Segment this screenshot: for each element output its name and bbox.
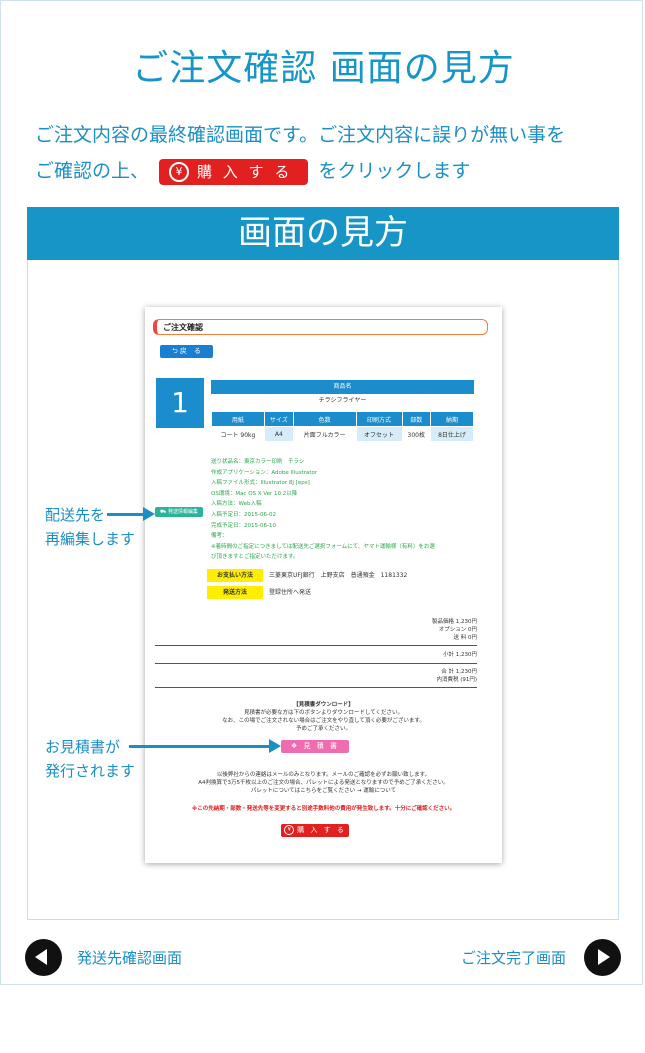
shot-buy-label: 購 入 す る bbox=[297, 826, 346, 834]
arrow-right-icon bbox=[269, 739, 281, 753]
prev-page-button[interactable] bbox=[25, 939, 62, 976]
total: 合 計 1,230円 bbox=[441, 669, 477, 675]
tax: 内消費税 (91円) bbox=[436, 677, 477, 683]
back-arrow-icon: ⮌ bbox=[172, 347, 180, 355]
product-name: チラシフライヤー bbox=[318, 397, 367, 404]
spec-value: A4 bbox=[264, 427, 293, 441]
edit-shipping-label: 発送情報編集 bbox=[167, 509, 198, 515]
notice-line: A4判換算で3万5千枚以上のご注文の場合、パレットによる発送となりますので予めご… bbox=[198, 780, 449, 786]
next-page-link[interactable]: ご注文完了画面 bbox=[461, 948, 566, 968]
notice-line: パレットについてはこちらをご覧ください → 運輸について bbox=[250, 788, 397, 794]
info-line: 入稿予定日：2015-06-02 bbox=[211, 511, 276, 518]
yen-icon: ¥ bbox=[169, 162, 190, 182]
truck-icon: ⛟ bbox=[160, 509, 168, 515]
arrow-left-icon bbox=[35, 949, 47, 965]
price-line: 製品価格 1,230円 bbox=[432, 619, 477, 625]
back-label: 戻 る bbox=[179, 347, 201, 355]
section-heading: 画面の見方 bbox=[27, 207, 619, 260]
download-info: 【見積書ダウンロード】 見積書が必要な方は下のボタンよりダウンロードしてください… bbox=[145, 701, 502, 733]
payment-row: お支払い方法 三菱東京UFJ銀行 上野支店 普通預金 1181332 bbox=[207, 569, 407, 582]
price-breakdown: 製品価格 1,230円 オプション 0円 送 料 0円 bbox=[357, 618, 477, 642]
price-line: 送 料 0円 bbox=[453, 635, 478, 641]
spec-header: サイズ bbox=[264, 412, 293, 426]
product-header: 商品名 bbox=[211, 380, 474, 394]
shipping-row: 発送方法 登録住所へ発送 bbox=[207, 586, 311, 599]
intro-text: ご注文内容の最終確認画面です。ご注文内容に誤りが無い事を ご確認の上、 ¥ 購 入 … bbox=[35, 117, 565, 189]
spec-header-row: 用紙 サイズ 色数 印刷方式 部数 納期 bbox=[212, 412, 473, 426]
info-line: 入稿ファイル形式：Illustrator 8J [eps] bbox=[211, 480, 310, 487]
estimate-button: ❖ 見 積 書 bbox=[281, 740, 349, 753]
info-line: ※着時間のご指定につきましては配送先ご選択フォームにて、ヤマト運輸様（有料）をお… bbox=[211, 543, 435, 550]
red-warning: ※この先納期・部数・発送先等を変更すると別途手数料他の費用が発生致します。十分に… bbox=[191, 806, 456, 812]
info-line: び頂きますとご指定いただけます。 bbox=[211, 554, 299, 561]
intro-line-2: ご確認の上、 ¥ 購 入 す る をクリックします bbox=[35, 153, 565, 189]
shot-buy-button: ¥ 購 入 す る bbox=[281, 824, 349, 837]
intro-line-2-post: をクリックします bbox=[318, 160, 471, 182]
prev-page-link[interactable]: 発送先確認画面 bbox=[77, 948, 182, 968]
arrow-shaft bbox=[129, 745, 271, 748]
shot-title: ご注文確認 bbox=[153, 319, 488, 335]
intro-buy-button-label: 購 入 す る bbox=[197, 162, 293, 181]
spec-header: 納期 bbox=[430, 412, 473, 426]
divider bbox=[155, 687, 477, 688]
spec-header: 部数 bbox=[402, 412, 430, 426]
edit-shipping-button: ⛟ 発送情報編集 bbox=[155, 507, 203, 517]
arrow-right-icon bbox=[598, 949, 610, 965]
spec-header: 用紙 bbox=[212, 412, 264, 426]
annotation-edit-shipping: 配送先を 再編集します bbox=[45, 503, 135, 551]
page-title: ご注文確認 画面の見方 bbox=[132, 48, 515, 89]
item-number: 1 bbox=[156, 378, 204, 428]
next-page-button[interactable] bbox=[584, 939, 621, 976]
payment-value: 三菱東京UFJ銀行 上野支店 普通預金 1181332 bbox=[269, 572, 408, 579]
spec-header: 印刷方式 bbox=[356, 412, 402, 426]
intro-line-2-pre: ご確認の上、 bbox=[35, 160, 150, 182]
divider bbox=[155, 663, 477, 664]
intro-line-1: ご注文内容の最終確認画面です。ご注文内容に誤りが無い事を bbox=[35, 124, 566, 146]
spec-value-row: コート 90kg A4 片面フルカラー オフセット 300枚 8日仕上げ bbox=[212, 427, 473, 441]
download-line: なお、この場でご注文されない場合はご注文をやり直して頂く必要がございます。 bbox=[222, 718, 425, 724]
download-heading: 【見積書ダウンロード】 bbox=[293, 702, 354, 708]
subtotal: 小計 1,230円 bbox=[443, 652, 477, 658]
download-line: 見積書が必要な方は下のボタンよりダウンロードしてください。 bbox=[243, 710, 404, 716]
annotation-line: 発行されます bbox=[45, 762, 136, 780]
spec-value: 300枚 bbox=[407, 431, 425, 439]
annotation-line: 再編集します bbox=[45, 530, 136, 548]
yen-icon: ¥ bbox=[284, 825, 295, 835]
back-button: ⮌ 戻 る bbox=[160, 345, 213, 358]
info-line: 作成アプリケーション：Adobe Illustrator bbox=[211, 469, 318, 476]
arrow-right-icon bbox=[143, 507, 155, 521]
guide-page: ご注文確認 画面の見方 ご注文内容の最終確認画面です。ご注文内容に誤りが無い事を… bbox=[0, 0, 643, 985]
info-line: OS環境：Mac OS X Ver 10.2以降 bbox=[211, 490, 298, 497]
payment-label: お支払い方法 bbox=[207, 569, 263, 582]
intro-buy-button-illustration: ¥ 購 入 す る bbox=[159, 158, 309, 185]
annotation-line: お見積書が bbox=[45, 738, 121, 756]
total-block: 合 計 1,230円 内消費税 (91円) bbox=[357, 668, 477, 684]
spec-value: コート 90kg bbox=[220, 431, 256, 439]
order-info-list: 送り状品名：東京カラー印刷 チラシ 作成アプリケーション：Adobe Illus… bbox=[211, 457, 501, 563]
notice-line: 以後弊社からの連絡はメールのみとなります。メールのご確認を必ずお願い致します。 bbox=[216, 772, 431, 778]
spec-header: 色数 bbox=[293, 412, 356, 426]
divider bbox=[155, 645, 477, 646]
spec-value: 片面フルカラー bbox=[303, 431, 346, 439]
shipping-value: 登録住所へ発送 bbox=[269, 589, 312, 596]
order-confirm-screenshot: ご注文確認 ⮌ 戻 る 1 商品名 チラシフライヤー 用紙 サイズ 色数 印刷方… bbox=[145, 307, 502, 863]
notice-block: 以後弊社からの連絡はメールのみとなります。メールのご確認を必ずお願い致します。 … bbox=[145, 771, 502, 795]
download-line: 予めご了承ください。 bbox=[295, 726, 351, 732]
spec-table: 用紙 サイズ 色数 印刷方式 部数 納期 コート 90kg A4 片面フルカラー… bbox=[211, 411, 474, 442]
gift-icon: ❖ bbox=[291, 742, 304, 750]
shipping-label: 発送方法 bbox=[207, 586, 263, 599]
spec-value: オフセット bbox=[356, 427, 402, 441]
info-line: 完成予定日：2015-06-10 bbox=[211, 522, 276, 529]
info-line: 送り状品名：東京カラー印刷 チラシ bbox=[211, 459, 305, 465]
spec-value: 8日仕上げ bbox=[430, 427, 473, 441]
info-line: 備考： bbox=[211, 533, 228, 540]
arrow-shaft bbox=[107, 513, 144, 516]
annotation-estimate: お見積書が 発行されます bbox=[45, 735, 135, 783]
estimate-label: 見 積 書 bbox=[303, 742, 339, 750]
info-line: 入稿方法：Web入稿 bbox=[211, 501, 262, 508]
price-line: オプション 0円 bbox=[438, 627, 477, 633]
